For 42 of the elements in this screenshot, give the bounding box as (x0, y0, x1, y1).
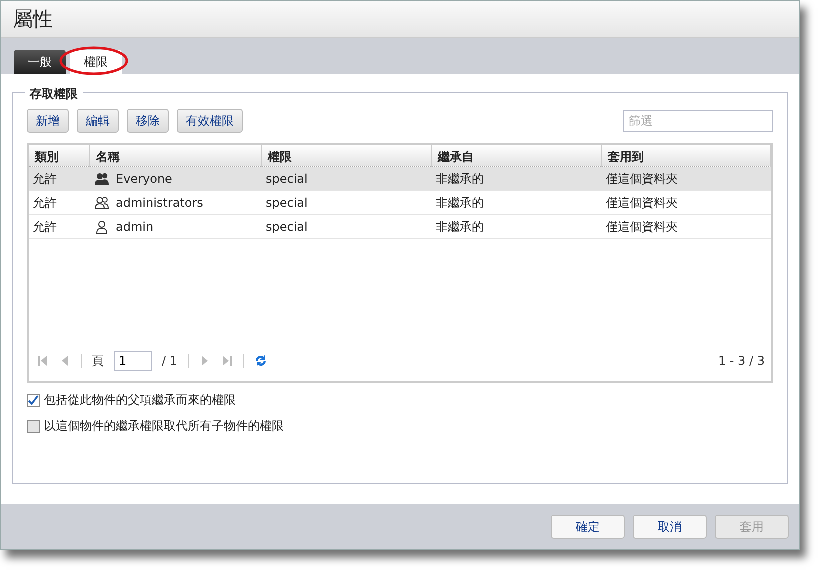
table-cell-text: 允許 (32, 170, 58, 188)
filter-field[interactable]: 篩選 (623, 110, 773, 132)
group-icon (94, 172, 110, 186)
checkbox[interactable] (27, 394, 40, 406)
page-label: 頁 (92, 353, 104, 370)
toolbar-button[interactable]: 新增 (27, 109, 69, 133)
table-cell-text: 僅這個資料夾 (605, 218, 679, 236)
first-page-icon[interactable] (37, 355, 49, 367)
table-cell-text: 允許 (32, 218, 58, 236)
page-field[interactable]: 1 (114, 351, 152, 371)
checkbox[interactable] (27, 420, 40, 432)
table-cell-text: administrators (116, 194, 204, 212)
last-page-icon[interactable] (220, 355, 232, 367)
table-cell-text: 僅這個資料夾 (605, 170, 679, 188)
window-title: 屬性 (13, 6, 53, 33)
toolbar-button[interactable]: 有效權限 (177, 109, 243, 133)
table-cell-text: 非繼承的 (435, 194, 485, 212)
dialog-button[interactable]: 取消 (633, 514, 707, 538)
toolbar-button[interactable]: 移除 (127, 109, 169, 133)
checkbox-label: 包括從此物件的父項繼承而來的權限 (44, 392, 236, 409)
table-cell-text: 允許 (32, 194, 58, 212)
group-icon (94, 196, 110, 210)
user-icon (94, 220, 110, 234)
refresh-icon[interactable] (254, 353, 268, 369)
table-cell-text: 非繼承的 (435, 218, 485, 236)
table-row[interactable]: 允許 Everyone special 非繼承的 僅這個資料夾 (29, 167, 771, 191)
table-cell-text: special (265, 170, 309, 188)
tab[interactable]: 一般 (14, 50, 66, 74)
table-cell-text: special (265, 218, 309, 236)
page-total: / 1 (162, 353, 178, 370)
table-cell-text: 僅這個資料夾 (605, 194, 679, 212)
table-cell-text: 非繼承的 (435, 170, 485, 188)
checkbox-label: 以這個物件的繼承權限取代所有子物件的權限 (44, 418, 284, 435)
toolbar-button[interactable]: 編輯 (77, 109, 119, 133)
dialog-button[interactable]: 確定 (551, 514, 625, 538)
table-row[interactable]: 允許 administrators special 非繼承的 僅這個資料夾 (29, 191, 771, 215)
table-cell-text: Everyone (116, 170, 172, 188)
table-row[interactable]: 允許 admin special 非繼承的 僅這個資料夾 (29, 215, 771, 239)
table-cell-text: special (265, 194, 309, 212)
section-legend: 存取權限 (25, 85, 83, 103)
page-range: 1 - 3 / 3 (718, 353, 765, 370)
table-cell-text: admin (116, 218, 154, 236)
